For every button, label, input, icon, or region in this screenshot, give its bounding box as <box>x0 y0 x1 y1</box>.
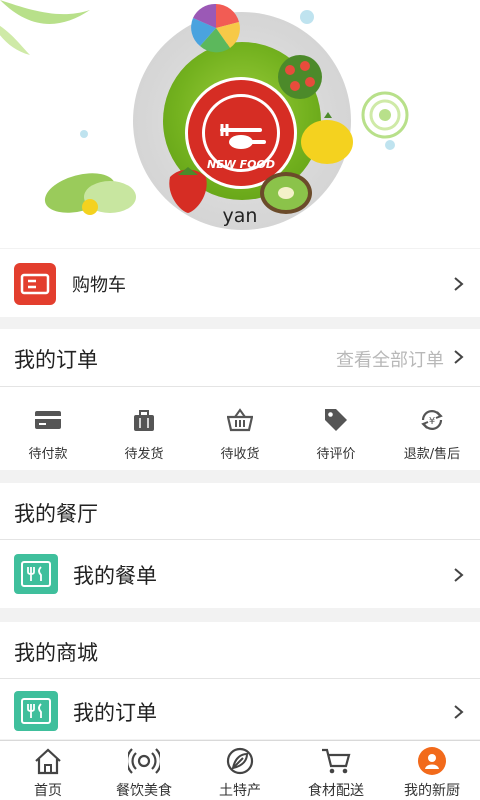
chevron-right-icon <box>452 350 464 364</box>
leaf-decoration-icon <box>0 0 90 55</box>
bag-icon <box>129 407 159 433</box>
restaurant-header: 我的餐厅 <box>0 483 480 539</box>
svg-text:¥: ¥ <box>429 416 435 427</box>
swirl-decoration-icon <box>361 91 409 139</box>
my-menu-label: 我的餐单 <box>73 564 157 588</box>
orders-title: 我的订单 <box>14 348 98 372</box>
menu-icon <box>14 554 58 594</box>
restaurant-title: 我的餐厅 <box>14 502 98 526</box>
chevron-right-icon <box>452 705 464 719</box>
status-refund-aftersale[interactable]: ¥ 退款/售后 <box>384 387 480 470</box>
ticket-icon <box>14 263 56 305</box>
status-pending-payment[interactable]: 待付款 <box>0 387 96 470</box>
basket-icon <box>225 407 255 433</box>
mall-title: 我的商城 <box>14 641 98 665</box>
tab-label: 餐饮美食 <box>116 783 172 799</box>
tab-local-specialty[interactable]: 土特产 <box>192 741 288 800</box>
tab-home[interactable]: 首页 <box>0 741 96 800</box>
status-label: 待收货 <box>220 447 260 462</box>
refund-icon: ¥ <box>417 407 447 433</box>
bubble-decoration <box>80 130 88 138</box>
profile-header: NEW FOOD yan <box>0 0 480 248</box>
cart-label: 购物车 <box>72 275 126 296</box>
bottom-tab-bar: 首页 餐饮美食 土特产 食材配送 我的新厨 <box>0 740 480 800</box>
chevron-right-icon <box>452 568 464 582</box>
cart-icon <box>320 746 352 776</box>
user-icon <box>416 746 448 776</box>
status-pending-review[interactable]: 待评价 <box>288 387 384 470</box>
cart-row[interactable]: 购物车 <box>0 249 480 317</box>
tab-ingredient-delivery[interactable]: 食材配送 <box>288 741 384 800</box>
bubble-decoration <box>385 140 395 150</box>
home-icon <box>32 746 64 776</box>
fork-spoon-icon <box>220 124 266 149</box>
status-label: 退款/售后 <box>403 447 461 462</box>
tab-label: 土特产 <box>219 783 261 799</box>
status-pending-shipment[interactable]: 待发货 <box>96 387 192 470</box>
mall-orders-label: 我的订单 <box>73 701 157 725</box>
tab-my-account[interactable]: 我的新厨 <box>384 741 480 800</box>
signal-icon <box>128 746 160 776</box>
username: yan <box>222 205 258 227</box>
mall-orders-row[interactable]: 我的订单 <box>0 679 480 739</box>
card-icon <box>33 407 63 433</box>
leaf-icon <box>224 746 256 776</box>
status-pending-receipt[interactable]: 待收货 <box>192 387 288 470</box>
pepper-icon <box>301 112 353 164</box>
status-label: 待评价 <box>316 447 356 462</box>
tab-label: 首页 <box>34 783 62 799</box>
status-label: 待付款 <box>28 447 68 462</box>
tab-dining[interactable]: 餐饮美食 <box>96 741 192 800</box>
status-label: 待发货 <box>124 447 164 462</box>
my-menu-row[interactable]: 我的餐单 <box>0 540 480 608</box>
tag-icon <box>321 407 351 433</box>
order-status-bar: 待付款 待发货 待收货 待评价 ¥ 退款/售后 <box>0 387 480 470</box>
tab-label: 我的新厨 <box>404 783 460 799</box>
tab-label: 食材配送 <box>308 783 364 799</box>
bubble-decoration <box>300 10 314 24</box>
orders-header[interactable]: 我的订单 查看全部订单 <box>0 329 480 386</box>
umbrella-icon <box>191 3 240 53</box>
menu-icon <box>14 691 58 731</box>
mall-header: 我的商城 <box>0 622 480 678</box>
view-all-orders-link[interactable]: 查看全部订单 <box>336 346 444 372</box>
chevron-right-icon <box>452 277 464 291</box>
